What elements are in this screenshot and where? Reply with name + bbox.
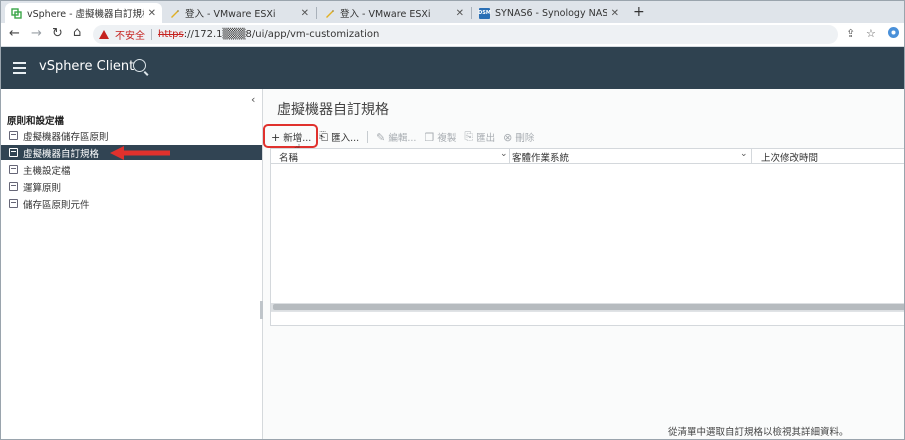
app-header: vSphere Client: [1, 47, 904, 89]
sidebar-item-label: 虛擬機器儲存區原則: [23, 131, 109, 143]
storage-component-icon: [9, 199, 18, 208]
copy-icon: ❐: [424, 130, 435, 144]
dsm-icon: DSM: [478, 7, 491, 19]
url-text: ://172.1▒▒▒8/ui/app/vm-customization: [183, 29, 380, 40]
new-tab-button[interactable]: +: [633, 4, 645, 20]
tab-esxi-2[interactable]: 登入 - VMware ESXi ✕: [318, 3, 470, 23]
export-label: 匯出: [476, 133, 496, 144]
edit-button[interactable]: ✎ 編輯...: [376, 130, 417, 145]
sidebar-item-storage-policy-components[interactable]: 儲存區原則元件: [1, 196, 262, 211]
column-divider[interactable]: [751, 149, 752, 163]
sidebar-item-label: 運算原則: [23, 182, 62, 194]
divider: [151, 29, 152, 40]
horizontal-scrollbar[interactable]: [271, 303, 904, 311]
bookmark-star-icon[interactable]: ☆: [866, 27, 876, 40]
tab-title: SYNAS6 - Synology NAS: [495, 7, 607, 19]
main-content: 虛擬機器自訂規格 + 新增... ⎗ 匯入... ✎ 編輯... ❐ 複製 ⎘: [263, 89, 904, 439]
forward-icon[interactable]: →: [31, 26, 42, 41]
tab-title: 登入 - VMware ESXi: [185, 9, 276, 20]
annotation-arrow: [110, 146, 170, 160]
new-button[interactable]: + 新增...: [271, 130, 311, 145]
delete-button[interactable]: ⊗ 刪除: [503, 130, 535, 145]
warning-icon: [99, 30, 109, 39]
import-label: 匯入...: [331, 133, 360, 144]
back-icon[interactable]: ←: [9, 26, 20, 41]
close-icon[interactable]: ✕: [456, 8, 464, 19]
copy-button[interactable]: ❐ 複製: [424, 130, 457, 145]
toolbar: + 新增... ⎗ 匯入... ✎ 編輯... ❐ 複製 ⎘ 匯出 ⊗ 刪除: [271, 129, 542, 145]
pencil-favicon-icon: [169, 8, 180, 19]
delete-label: 刪除: [515, 133, 535, 144]
toolbar-divider: [367, 131, 369, 143]
column-divider[interactable]: [509, 149, 510, 163]
extension-icon[interactable]: [887, 26, 900, 42]
share-icon[interactable]: ⇪: [846, 27, 855, 40]
table-footer: [271, 311, 904, 326]
table-header: 名稱 ⌄ 客體作業系統 ⌄ 上次修改時間: [271, 149, 904, 164]
home-icon[interactable]: ⌂: [73, 25, 81, 40]
sidebar-item-host-profiles[interactable]: 主機設定檔: [1, 162, 262, 177]
tab-esxi-1[interactable]: 登入 - VMware ESXi ✕: [163, 3, 315, 23]
tab-title: vSphere - 虛擬機器自訂規格: [27, 9, 144, 20]
scrollbar-thumb[interactable]: [273, 304, 904, 310]
pencil-icon: ✎: [376, 130, 386, 144]
import-icon: ⎗: [319, 130, 329, 143]
app-title[interactable]: vSphere Client: [39, 59, 134, 74]
tab-synology[interactable]: DSM SYNAS6 - Synology NAS ✕: [473, 3, 625, 23]
chevron-down-icon[interactable]: ⌄: [500, 149, 508, 159]
sidebar-item-vm-storage-policies[interactable]: 虛擬機器儲存區原則: [1, 128, 262, 143]
collapse-sidebar-icon[interactable]: ‹: [251, 93, 255, 106]
sidebar-section-title: 原則和設定檔: [7, 116, 65, 127]
copy-label: 複製: [437, 133, 457, 144]
close-icon[interactable]: ✕: [301, 8, 309, 19]
sidebar-item-label: 主機設定檔: [23, 165, 71, 177]
tab-divider: [316, 7, 317, 19]
browser-window: vSphere - 虛擬機器自訂規格 ✕ 登入 - VMware ESXi ✕ …: [0, 0, 905, 440]
details-hint: 從清單中選取自訂規格以檢視其詳細資料。: [668, 427, 849, 438]
column-header-guest-os[interactable]: 客體作業系統: [512, 150, 569, 164]
page-title: 虛擬機器自訂規格: [277, 102, 389, 118]
column-header-name[interactable]: 名稱: [279, 150, 298, 164]
tab-vsphere[interactable]: vSphere - 虛擬機器自訂規格 ✕: [5, 3, 162, 23]
tab-divider: [471, 7, 472, 19]
customization-spec-icon: [9, 148, 18, 157]
compute-policy-icon: [9, 182, 18, 191]
column-header-last-modified[interactable]: 上次修改時間: [761, 150, 818, 164]
sidebar-item-compute-policies[interactable]: 運算原則: [1, 179, 262, 194]
chevron-down-icon[interactable]: ⌄: [740, 149, 748, 159]
sidebar-item-label: 虛擬機器自訂規格: [23, 148, 100, 160]
tab-title: 登入 - VMware ESXi: [340, 9, 431, 20]
search-icon[interactable]: [133, 59, 146, 72]
close-icon[interactable]: ✕: [148, 8, 156, 19]
import-button[interactable]: ⎗ 匯入...: [319, 130, 359, 144]
tab-strip: vSphere - 虛擬機器自訂規格 ✕ 登入 - VMware ESXi ✕ …: [1, 1, 904, 23]
delete-circle-x-icon: ⊗: [503, 130, 513, 144]
close-icon[interactable]: ✕: [611, 8, 619, 19]
sidebar-item-label: 儲存區原則元件: [23, 199, 90, 211]
reload-icon[interactable]: ↻: [52, 26, 63, 41]
host-profile-icon: [9, 165, 18, 174]
address-bar[interactable]: 不安全 https ://172.1▒▒▒8/ui/app/vm-customi…: [93, 25, 838, 44]
pencil-favicon-icon: [324, 8, 335, 19]
sidebar: ‹ 原則和設定檔 虛擬機器儲存區原則 虛擬機器自訂規格 主機設定檔 運算原則 儲…: [1, 89, 263, 439]
plus-icon: +: [271, 130, 281, 144]
export-button[interactable]: ⎘ 匯出: [464, 130, 495, 144]
export-icon: ⎘: [464, 130, 474, 143]
edit-label: 編輯...: [388, 133, 417, 144]
vsphere-icon: [11, 7, 22, 19]
security-status[interactable]: 不安全: [115, 27, 145, 42]
menu-icon[interactable]: [13, 62, 26, 78]
url-scheme: https: [158, 29, 184, 40]
policy-icon: [9, 131, 18, 140]
spec-table: 名稱 ⌄ 客體作業系統 ⌄ 上次修改時間: [270, 148, 904, 326]
address-row: ← → ↻ ⌂ 不安全 https ://172.1▒▒▒8/ui/app/vm…: [1, 23, 904, 47]
